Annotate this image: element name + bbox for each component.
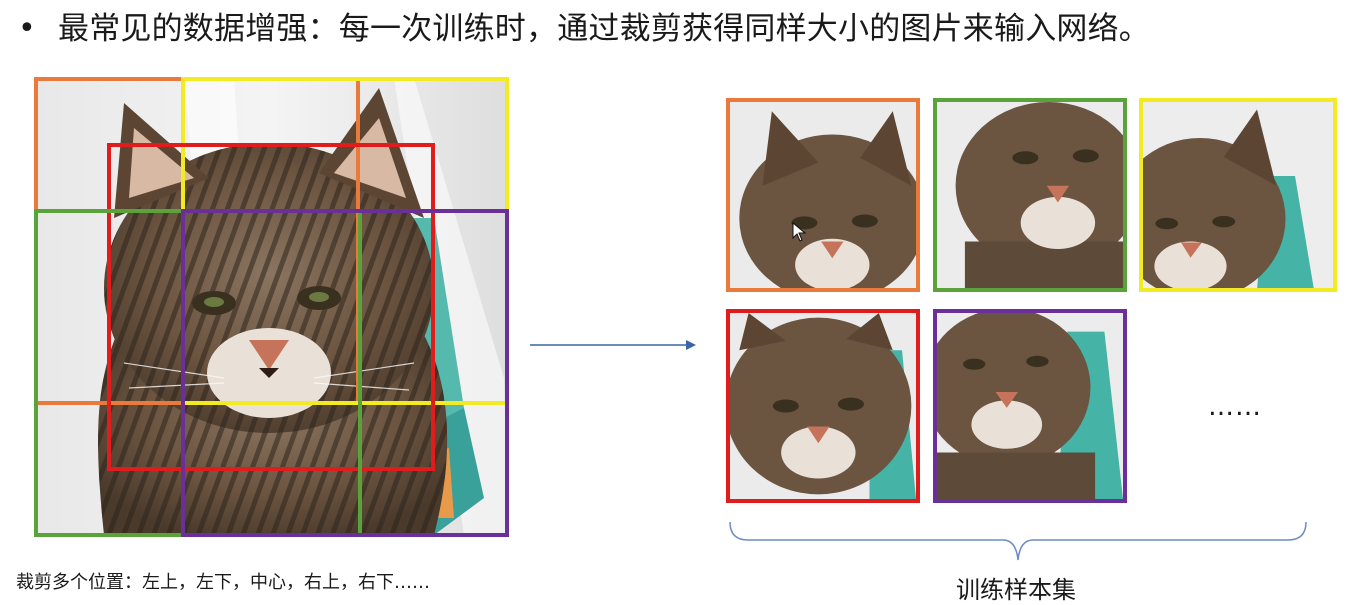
crop-positions-caption: 裁剪多个位置：左上，左下，中心，右上，右下…… [16, 572, 430, 593]
mouse-pointer-icon [792, 222, 806, 242]
sample-top-left [726, 98, 920, 292]
sample-top-right [1139, 98, 1337, 292]
sample-bottom-left [933, 98, 1127, 292]
more-samples-ellipsis: …… [1208, 392, 1262, 422]
arrow-right-icon [530, 340, 696, 350]
crop-box-bottom-right [181, 209, 509, 537]
bullet-icon: • [18, 11, 36, 46]
sample-center [726, 309, 920, 503]
sample-bottom-right [933, 309, 1127, 503]
curly-brace-icon [729, 521, 1307, 561]
training-set-caption: 训练样本集 [956, 576, 1076, 604]
slide-headline: 最常见的数据增强：每一次训练时，通过裁剪获得同样大小的图片来输入网络。 [58, 11, 1150, 47]
